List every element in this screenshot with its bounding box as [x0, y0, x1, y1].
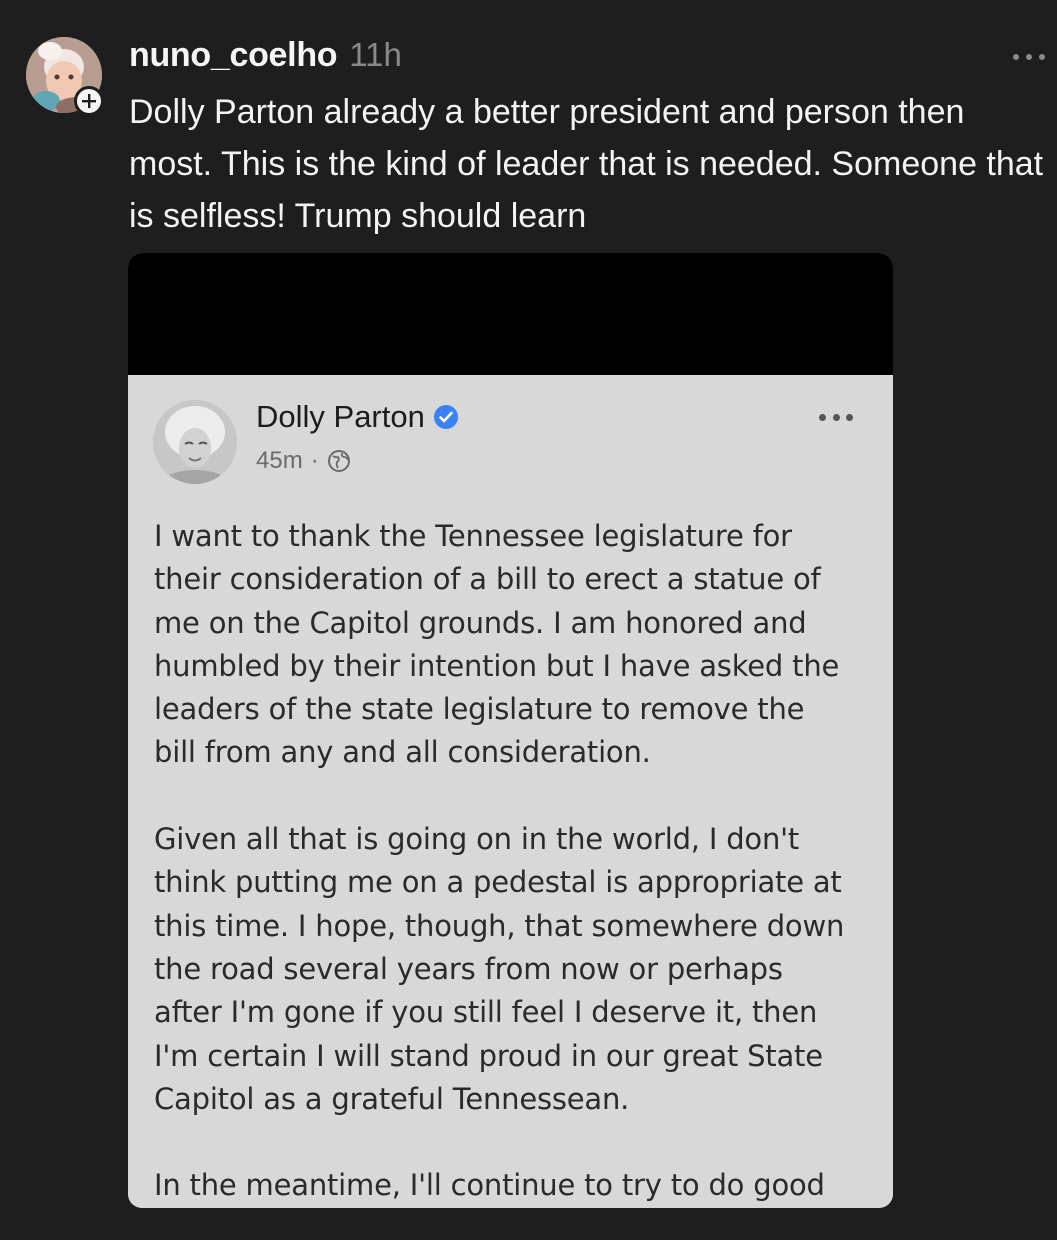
embedded-post-text: I want to thank the Tennessee legislatur…	[154, 515, 874, 1208]
verified-badge-icon	[433, 405, 458, 429]
post-timestamp: 11h	[349, 36, 402, 73]
meta-separator: ·	[310, 447, 319, 474]
post-text: Dolly Parton already a better president …	[129, 93, 1044, 235]
author-name-row: Dolly Parton	[256, 399, 459, 435]
more-horizontal-icon	[1013, 54, 1019, 60]
attached-image[interactable]: Dolly Parton 45m · I want to thank the T…	[128, 253, 893, 1208]
embedded-post-time: 45m	[256, 447, 303, 474]
embedded-more-icon	[819, 413, 853, 421]
plus-icon	[82, 94, 96, 108]
embedded-facebook-post: Dolly Parton 45m · I want to thank the T…	[128, 375, 893, 1208]
more-options-button[interactable]	[1013, 52, 1045, 62]
follow-button[interactable]	[74, 86, 104, 116]
author-avatar	[153, 400, 237, 484]
paragraph: I want to thank the Tennessee legislatur…	[154, 519, 840, 770]
author-name: Dolly Parton	[256, 399, 425, 434]
post-header: nuno_coelho 11h	[129, 36, 402, 78]
paragraph: Given all that is going on in the world,…	[154, 822, 845, 1116]
image-black-header	[128, 253, 893, 375]
post-meta: 45m ·	[256, 447, 351, 475]
username-link[interactable]: nuno_coelho	[129, 36, 338, 75]
paragraph: In the meantime, I'll continue to try to…	[154, 1168, 825, 1203]
globe-icon	[327, 450, 350, 472]
